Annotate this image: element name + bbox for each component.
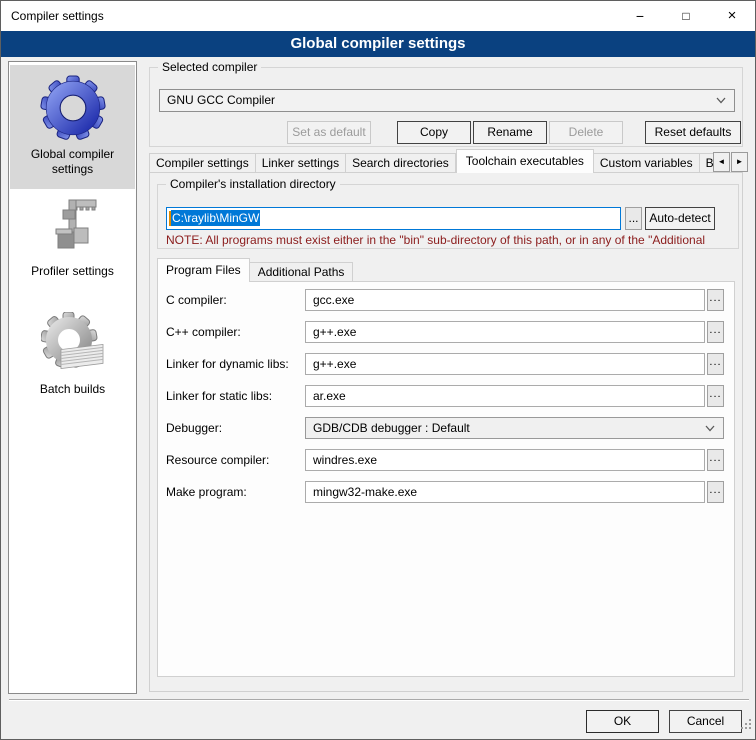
linker-dynamic-input[interactable]: [305, 353, 705, 375]
selected-compiler-group: Selected compiler GNU GCC Compiler Set a…: [149, 67, 743, 147]
program-files-page: C compiler: ... C++ compiler: ... Linker…: [157, 281, 735, 677]
copy-button[interactable]: Copy: [397, 121, 471, 144]
tab-linker-settings[interactable]: Linker settings: [256, 153, 346, 173]
compiler-select[interactable]: GNU GCC Compiler: [159, 89, 735, 112]
delete-button[interactable]: Delete: [549, 121, 623, 144]
maximize-button[interactable]: □: [663, 1, 709, 31]
installation-directory-group: Compiler's installation directory C:\ray…: [157, 184, 739, 249]
footer-divider-highlight: [9, 700, 749, 701]
compiler-settings-dialog: Compiler settings − □ × Global compiler …: [0, 0, 756, 740]
c-compiler-label: C compiler:: [166, 293, 227, 308]
resource-compiler-label: Resource compiler:: [166, 453, 269, 468]
make-program-input[interactable]: [305, 481, 705, 503]
right-arrow-icon: ►: [736, 157, 744, 166]
program-files-tab-bar: Program Files Additional Paths: [157, 258, 353, 282]
tab-program-files[interactable]: Program Files: [157, 258, 250, 282]
settings-tab-bar: Compiler settings Linker settings Search…: [149, 149, 715, 173]
debugger-select-value: GDB/CDB debugger : Default: [313, 421, 470, 435]
sidebar-item-global-compiler-settings[interactable]: Global compiler settings: [10, 65, 135, 189]
cpp-compiler-browse-button[interactable]: ...: [707, 321, 724, 343]
c-compiler-input[interactable]: [305, 289, 705, 311]
chevron-down-icon: [716, 97, 726, 104]
installation-directory-group-title: Compiler's installation directory: [166, 177, 340, 192]
tab-compiler-settings[interactable]: Compiler settings: [149, 153, 256, 173]
resize-grip[interactable]: [741, 727, 743, 729]
caliper-icon: [41, 194, 105, 258]
linker-dynamic-browse-button[interactable]: ...: [707, 353, 724, 375]
sidebar-item-label: Batch builds: [10, 376, 135, 397]
compiler-select-value: GNU GCC Compiler: [167, 93, 275, 107]
reset-defaults-button[interactable]: Reset defaults: [645, 121, 741, 144]
note-text: NOTE: All programs must exist either in …: [166, 233, 732, 247]
set-as-default-button[interactable]: Set as default: [287, 121, 371, 144]
cpp-compiler-label: C++ compiler:: [166, 325, 241, 340]
sidebar-item-label: Profiler settings: [10, 258, 135, 279]
tab-scroll-right-button[interactable]: ►: [731, 152, 748, 172]
blue-gear-icon: [40, 75, 106, 141]
minimize-button[interactable]: −: [617, 1, 663, 31]
tab-additional-paths[interactable]: Additional Paths: [250, 262, 354, 282]
debugger-label: Debugger:: [166, 421, 222, 436]
sidebar-item-profiler-settings[interactable]: Profiler settings: [10, 190, 135, 302]
selected-compiler-group-title: Selected compiler: [158, 60, 261, 75]
ok-button[interactable]: OK: [586, 710, 659, 733]
auto-detect-button[interactable]: Auto-detect: [645, 207, 715, 230]
window-title: Compiler settings: [11, 1, 104, 31]
sidebar-item-batch-builds[interactable]: Batch builds: [10, 310, 135, 420]
make-program-browse-button[interactable]: ...: [707, 481, 724, 503]
c-compiler-browse-button[interactable]: ...: [707, 289, 724, 311]
linker-static-label: Linker for static libs:: [166, 389, 272, 404]
tab-search-directories[interactable]: Search directories: [346, 153, 456, 173]
make-program-label: Make program:: [166, 485, 247, 500]
tab-custom-variables[interactable]: Custom variables: [594, 153, 700, 173]
linker-static-browse-button[interactable]: ...: [707, 385, 724, 407]
resource-compiler-input[interactable]: [305, 449, 705, 471]
debugger-select[interactable]: GDB/CDB debugger : Default: [305, 417, 724, 439]
page-title: Global compiler settings: [1, 31, 755, 57]
settings-category-list: Global compiler settings Profiler settin…: [8, 61, 137, 694]
installation-directory-value: C:\raylib\MinGW: [171, 210, 260, 226]
tab-scroll-left-button[interactable]: ◄: [713, 152, 730, 172]
installation-directory-input[interactable]: C:\raylib\MinGW: [166, 207, 621, 230]
linker-static-input[interactable]: [305, 385, 705, 407]
chevron-down-icon: [705, 425, 715, 432]
rename-button[interactable]: Rename: [473, 121, 547, 144]
left-arrow-icon: ◄: [718, 157, 726, 166]
tab-toolchain-executables[interactable]: Toolchain executables: [456, 149, 594, 173]
linker-dynamic-label: Linker for dynamic libs:: [166, 357, 289, 372]
cpp-compiler-input[interactable]: [305, 321, 705, 343]
browse-directory-button[interactable]: ...: [625, 207, 642, 230]
close-button[interactable]: ×: [709, 1, 755, 31]
title-bar[interactable]: Compiler settings − □ ×: [1, 1, 755, 31]
sidebar-item-label: Global compiler settings: [10, 141, 135, 177]
resource-compiler-browse-button[interactable]: ...: [707, 449, 724, 471]
gray-gear-stack-icon: [41, 312, 105, 376]
cancel-button[interactable]: Cancel: [669, 710, 742, 733]
